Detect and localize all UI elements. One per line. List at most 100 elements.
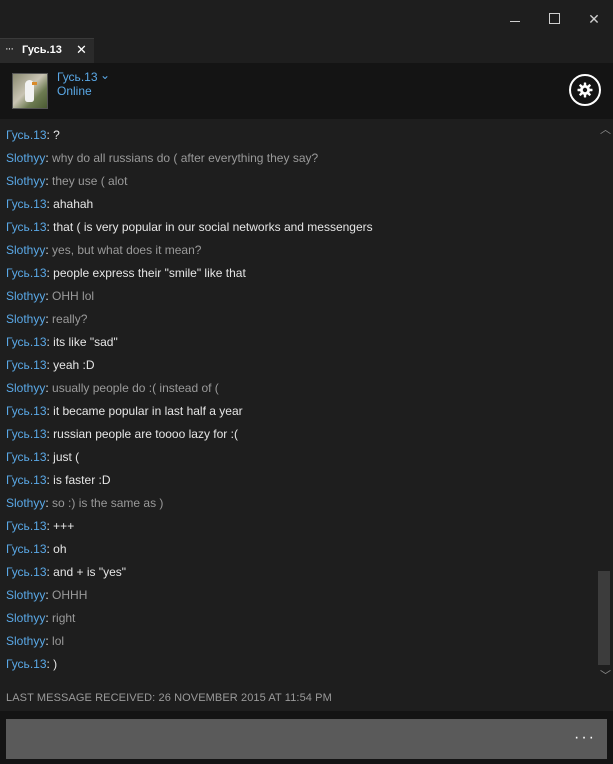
chevron-down-icon[interactable]: ⌄ bbox=[100, 68, 110, 82]
more-options-icon[interactable]: ··· bbox=[574, 729, 596, 747]
message-sender[interactable]: Гусь.13 bbox=[6, 404, 47, 418]
message-text: right bbox=[52, 611, 76, 625]
settings-button[interactable] bbox=[569, 74, 601, 106]
message-text: just ( bbox=[53, 450, 80, 464]
message-text: yes, but what does it mean? bbox=[52, 243, 202, 257]
message-text: people express their "smile" like that bbox=[53, 266, 246, 280]
avatar[interactable] bbox=[12, 73, 48, 109]
message-row: Гусь.13: yeah :D bbox=[6, 358, 95, 372]
partial-message-row bbox=[6, 119, 166, 122]
tab-close-icon[interactable]: ✕ bbox=[76, 42, 87, 58]
message-sender[interactable]: Гусь.13 bbox=[6, 358, 47, 372]
message-sender[interactable]: Гусь.13 bbox=[6, 519, 47, 533]
message-row: Гусь.13: ahahah bbox=[6, 197, 94, 211]
last-message-received: LAST MESSAGE RECEIVED: 26 NOVEMBER 2015 … bbox=[6, 692, 332, 704]
close-window-button[interactable]: ✕ bbox=[582, 9, 606, 29]
message-text: they use ( alot bbox=[52, 174, 128, 188]
message-row: Гусь.13: russian people are toooo lazy f… bbox=[6, 427, 238, 441]
message-text: and + is "yes" bbox=[53, 565, 127, 579]
message-row: Slothyy: right bbox=[6, 611, 76, 625]
message-sender[interactable]: Slothyy bbox=[6, 588, 45, 602]
message-text: ahahah bbox=[53, 197, 94, 211]
message-row: Slothyy: they use ( alot bbox=[6, 174, 128, 188]
message-row: Slothyy: usually people do :( instead of… bbox=[6, 381, 219, 395]
message-text: yeah :D bbox=[53, 358, 95, 372]
message-row: Гусь.13: and + is "yes" bbox=[6, 565, 127, 579]
message-text: so :) is the same as ) bbox=[52, 496, 164, 510]
message-row: Гусь.13: +++ bbox=[6, 519, 75, 533]
message-sender[interactable]: Гусь.13 bbox=[6, 565, 47, 579]
message-sender[interactable]: Slothyy bbox=[6, 243, 45, 257]
message-row: Гусь.13: that ( is very popular in our s… bbox=[6, 220, 373, 234]
message-row: Slothyy: so :) is the same as ) bbox=[6, 496, 164, 510]
message-text: lol bbox=[52, 634, 65, 648]
message-text: ? bbox=[53, 128, 60, 142]
message-sender[interactable]: Гусь.13 bbox=[6, 450, 47, 464]
message-sender[interactable]: Гусь.13 bbox=[6, 473, 47, 487]
message-row: Гусь.13: ? bbox=[6, 128, 60, 142]
message-row: Гусь.13: its like "sad" bbox=[6, 335, 118, 349]
message-row: Гусь.13: ) bbox=[6, 657, 58, 671]
message-text: ) bbox=[53, 657, 58, 671]
conversation-header: Гусь.13 ⌄ Online bbox=[0, 63, 613, 120]
message-sender[interactable]: Гусь.13 bbox=[6, 128, 47, 142]
close-icon: ✕ bbox=[588, 11, 600, 27]
message-text: usually people do :( instead of ( bbox=[52, 381, 219, 395]
message-sender[interactable]: Гусь.13 bbox=[6, 542, 47, 556]
message-text: is faster :D bbox=[53, 473, 111, 487]
message-row: Гусь.13: just ( bbox=[6, 450, 80, 464]
message-sender[interactable]: Гусь.13 bbox=[6, 335, 47, 349]
scroll-thumb[interactable] bbox=[598, 571, 610, 665]
message-row: Slothyy: OHH lol bbox=[6, 289, 95, 303]
message-row: Slothyy: really? bbox=[6, 312, 88, 326]
message-sender[interactable]: Гусь.13 bbox=[6, 197, 47, 211]
contact-status: Online bbox=[57, 84, 92, 98]
message-sender[interactable]: Slothyy bbox=[6, 289, 45, 303]
message-row: Slothyy: lol bbox=[6, 634, 65, 648]
message-sender[interactable]: Slothyy bbox=[6, 381, 45, 395]
maximize-button[interactable] bbox=[542, 9, 566, 29]
message-sender[interactable]: Slothyy bbox=[6, 312, 45, 326]
message-row: Slothyy: yes, but what does it mean? bbox=[6, 243, 202, 257]
tab-bar: ··· Гусь.13 ✕ bbox=[0, 38, 613, 64]
message-sender[interactable]: Slothyy bbox=[6, 611, 45, 625]
tab-label: Гусь.13 bbox=[22, 44, 62, 56]
message-text: OHH lol bbox=[52, 289, 95, 303]
message-sender[interactable]: Slothyy bbox=[6, 151, 45, 165]
message-text: oh bbox=[53, 542, 67, 556]
message-sender[interactable]: Slothyy bbox=[6, 634, 45, 648]
message-row: Slothyy: why do all russians do ( after … bbox=[6, 151, 319, 165]
message-text: why do all russians do ( after everythin… bbox=[52, 151, 319, 165]
message-row: Slothyy: OHHH bbox=[6, 588, 88, 602]
contact-name[interactable]: Гусь.13 bbox=[57, 70, 98, 84]
message-text: that ( is very popular in our social net… bbox=[53, 220, 373, 234]
message-sender[interactable]: Гусь.13 bbox=[6, 220, 47, 234]
message-text: really? bbox=[52, 312, 88, 326]
message-text: it became popular in last half a year bbox=[53, 404, 243, 418]
message-sender[interactable]: Гусь.13 bbox=[6, 427, 47, 441]
scrollbar[interactable]: ︿ ﹀ bbox=[597, 119, 613, 685]
message-row: Гусь.13: oh bbox=[6, 542, 67, 556]
tab-menu-icon[interactable]: ··· bbox=[5, 43, 14, 55]
message-text: OHHH bbox=[52, 588, 88, 602]
scroll-up-icon[interactable]: ︿ bbox=[600, 121, 611, 137]
gear-icon bbox=[577, 82, 593, 98]
message-sender[interactable]: Slothyy bbox=[6, 496, 45, 510]
message-input[interactable] bbox=[6, 719, 607, 759]
message-sender[interactable]: Гусь.13 bbox=[6, 266, 47, 280]
message-list[interactable]: Гусь.13: ? Slothyy: why do all russians d… bbox=[0, 119, 597, 685]
message-row: Гусь.13: it became popular in last half … bbox=[6, 404, 243, 418]
message-text: russian people are toooo lazy for :( bbox=[53, 427, 238, 441]
maximize-icon bbox=[549, 13, 560, 24]
title-bar: ✕ bbox=[0, 0, 613, 38]
message-row: Гусь.13: people express their "smile" li… bbox=[6, 266, 246, 280]
minimize-button[interactable] bbox=[503, 9, 527, 29]
message-sender[interactable]: Гусь.13 bbox=[6, 657, 47, 671]
message-row: Гусь.13: is faster :D bbox=[6, 473, 111, 487]
tab-conversation[interactable]: ··· Гусь.13 ✕ bbox=[0, 38, 94, 64]
composer: ··· bbox=[0, 711, 613, 764]
message-text: +++ bbox=[53, 519, 75, 533]
message-text: its like "sad" bbox=[53, 335, 118, 349]
message-sender[interactable]: Slothyy bbox=[6, 174, 45, 188]
scroll-down-icon[interactable]: ﹀ bbox=[600, 667, 611, 683]
